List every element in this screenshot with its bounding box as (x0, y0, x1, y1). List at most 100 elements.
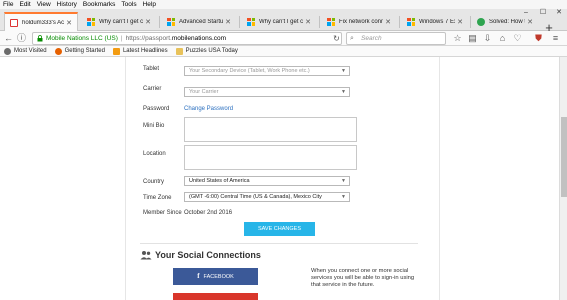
windows-icon (407, 17, 415, 26)
social-connections-title: Your Social Connections (140, 250, 261, 260)
menu-history[interactable]: History (54, 0, 80, 9)
close-icon[interactable]: ✕ (525, 18, 535, 26)
folder-icon (175, 47, 183, 55)
content-right-border (432, 57, 440, 300)
solved-icon (477, 17, 485, 26)
users-icon (140, 251, 152, 260)
save-changes-button[interactable]: SAVE CHANGES (244, 222, 315, 236)
bookmark-label: Getting Started (64, 48, 105, 54)
close-icon[interactable]: ✕ (455, 18, 465, 26)
home-icon[interactable]: ⌂ (497, 33, 508, 44)
tab-title: holdum333's Acc… (22, 19, 64, 26)
windows-icon (167, 17, 175, 26)
tab-title: Windows 7 Explo… (419, 18, 455, 25)
tab-title: Advanced Startu… (179, 18, 223, 25)
tab-divider (399, 16, 400, 28)
tab-divider (239, 16, 240, 28)
search-placeholder: Search (361, 35, 382, 42)
menu-bookmarks[interactable]: Bookmarks (80, 0, 119, 9)
tab-why-cant-1[interactable]: Why can't I get c… ✕ (82, 12, 156, 31)
timezone-select[interactable]: (GMT -6:00) Central Time (US & Canada), … (184, 192, 350, 202)
social-title-text: Your Social Connections (155, 250, 261, 260)
location-field[interactable] (184, 145, 357, 170)
pocket-icon[interactable]: ♡ (512, 33, 523, 44)
mobile-nations-favicon (10, 18, 18, 27)
tab-windows-7[interactable]: Windows 7 Explo… ✕ (402, 12, 468, 31)
url-separator: | (120, 35, 123, 42)
gear-icon (4, 47, 11, 55)
windows-icon (247, 17, 255, 26)
close-icon[interactable]: ✕ (64, 19, 74, 27)
navigation-bar: ← ⓘ Mobile Nations LLC (US) | https://pa… (0, 31, 567, 46)
menu-view[interactable]: View (34, 0, 54, 9)
country-label: Country (143, 179, 165, 185)
close-icon[interactable]: ✕ (223, 18, 233, 26)
hamburger-menu-icon[interactable]: ≡ (550, 33, 561, 44)
tab-divider (159, 16, 160, 28)
chevron-down-icon: ▼ (341, 68, 346, 74)
address-bar[interactable]: Mobile Nations LLC (US) | https://passpo… (32, 32, 342, 45)
tablet-select[interactable]: Your Secondary Device (Tablet, Work Phon… (184, 66, 350, 76)
rss-icon (112, 47, 120, 55)
identity-info-icon[interactable]: ⓘ (16, 33, 27, 44)
page-scrollbar[interactable] (559, 57, 567, 300)
section-divider (140, 243, 418, 244)
minimize-icon[interactable]: – (519, 9, 533, 17)
url-host: mobilenations.com (171, 35, 227, 42)
bookmark-label: Latest Headlines (122, 48, 168, 54)
close-icon[interactable]: ✕ (303, 18, 313, 26)
password-label: Password (143, 106, 170, 112)
chevron-down-icon: ▼ (341, 89, 346, 95)
tab-fix-network[interactable]: Fix network conn… ✕ (322, 12, 396, 31)
maximize-icon[interactable]: ☐ (536, 9, 550, 17)
member-since-label: Member Since (143, 210, 182, 216)
shield-icon[interactable]: ⛊ (533, 33, 544, 44)
tab-title: Solved: How to tr… (489, 18, 525, 25)
download-icon[interactable]: ⇩ (482, 33, 493, 44)
menu-tools[interactable]: Tools (118, 0, 139, 9)
window-close-icon[interactable]: ✕ (552, 9, 566, 17)
tab-divider (319, 16, 320, 28)
bookmark-puzzles[interactable]: Puzzles USA Today (175, 47, 238, 55)
menu-bar: File Edit View History Bookmarks Tools H… (0, 0, 567, 9)
tablet-label: Tablet (143, 66, 160, 72)
content-left-border (125, 57, 133, 300)
tab-why-cant-2[interactable]: Why can't I get c… ✕ (242, 12, 316, 31)
bookmark-latest-headlines[interactable]: Latest Headlines (112, 47, 168, 55)
scrollbar-thumb[interactable] (561, 117, 567, 197)
tab-title: Why can't I get c… (259, 18, 303, 25)
reading-list-icon[interactable]: ▤ (467, 33, 478, 44)
bookmark-label: Most Visited (14, 48, 47, 54)
back-icon[interactable]: ← (3, 33, 14, 44)
facebook-connect-button[interactable]: f FACEBOOK (173, 268, 258, 285)
change-password-link[interactable]: Change Password (184, 106, 233, 112)
tab-account[interactable]: holdum333's Acc… ✕ (4, 12, 78, 31)
member-since-value: October 2nd 2016 (184, 210, 233, 216)
ssl-owner: Mobile Nations LLC (US) (46, 35, 118, 42)
menu-file[interactable]: File (0, 0, 16, 9)
tab-divider (470, 16, 471, 28)
reload-icon[interactable]: ↻ (331, 33, 342, 44)
windows-icon (87, 17, 95, 26)
google-connect-button[interactable] (173, 293, 258, 300)
windows-icon (327, 17, 335, 26)
menu-edit[interactable]: Edit (16, 0, 33, 9)
country-select[interactable]: United States of America ▼ (184, 176, 350, 186)
tab-strip: holdum333's Acc… ✕ Why can't I get c… ✕ … (0, 9, 567, 35)
social-description: When you connect one or more social serv… (311, 268, 415, 288)
close-icon[interactable]: ✕ (383, 18, 393, 26)
tab-advanced-startup[interactable]: Advanced Startu… ✕ (162, 12, 236, 31)
close-icon[interactable]: ✕ (143, 18, 153, 26)
tab-title: Why can't I get c… (99, 18, 143, 25)
menu-help[interactable]: Help (140, 0, 159, 9)
mini-bio-field[interactable] (184, 117, 357, 142)
carrier-select-value: Your Carrier (189, 89, 219, 95)
bookmark-star-icon[interactable]: ☆ (452, 33, 463, 44)
search-input[interactable]: ⌕ Search (346, 32, 446, 45)
tablet-select-value: Your Secondary Device (Tablet, Work Phon… (189, 68, 310, 74)
carrier-select[interactable]: Your Carrier ▼ (184, 87, 350, 97)
bookmark-most-visited[interactable]: Most Visited (4, 47, 47, 55)
mini-bio-label: Mini Bio (143, 123, 165, 129)
bookmarks-bar: Most Visited Getting Started Latest Head… (0, 46, 567, 57)
bookmark-getting-started[interactable]: Getting Started (54, 47, 105, 55)
